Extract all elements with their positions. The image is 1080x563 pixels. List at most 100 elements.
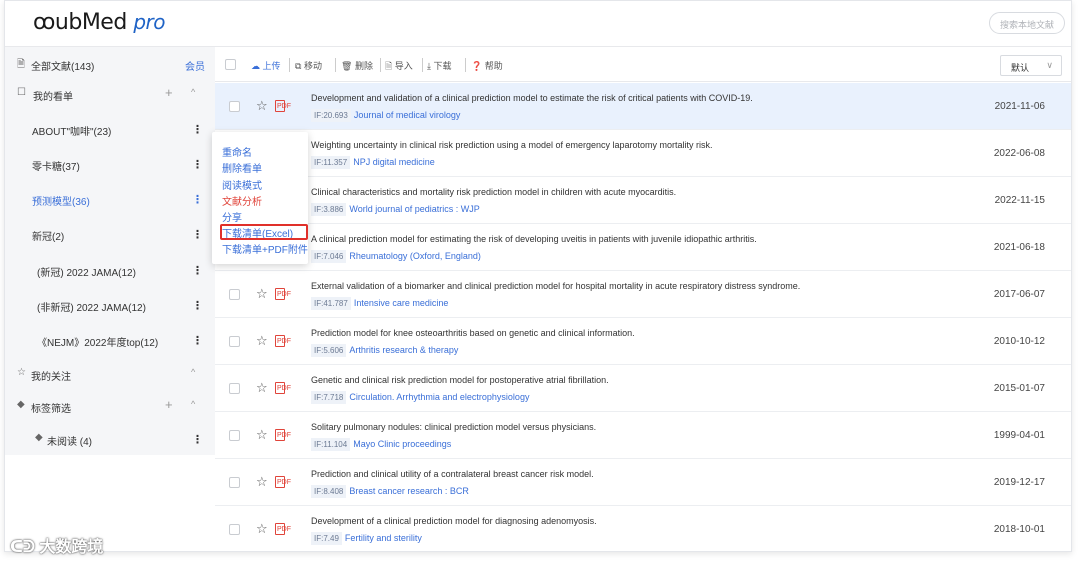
table-row[interactable]: ☆PDFWeighting uncertainty in clinical ri…	[215, 130, 1071, 177]
row-checkbox[interactable]	[229, 383, 240, 394]
article-title[interactable]: Weighting uncertainty in clinical risk p…	[311, 140, 971, 150]
table-row[interactable]: ☆ PDF Genetic and clinical risk prediction…	[215, 365, 1071, 412]
sidebar-item-board[interactable]: 《NEJM》2022年度top(12) ⋮	[5, 323, 215, 357]
more-icon[interactable]: ⋮	[192, 193, 203, 206]
more-icon[interactable]: ⋮	[192, 228, 203, 241]
article-title[interactable]: Solitary pulmonary nodules: clinical pre…	[311, 422, 971, 432]
pdf-icon[interactable]: PDF	[275, 476, 291, 488]
article-title[interactable]: Prediction and clinical utility of a con…	[311, 469, 971, 479]
journal-link[interactable]: NPJ digital medicine	[353, 157, 435, 167]
more-icon[interactable]: ⋮	[192, 158, 203, 171]
sidebar-section-tag-filter[interactable]: ◆ 标签筛选 + ^	[5, 389, 215, 423]
chevron-up-icon[interactable]: ^	[191, 367, 195, 377]
star-icon: ☆	[17, 367, 26, 378]
article-meta: IF:11.357 NPJ digital medicine	[311, 156, 435, 169]
star-icon[interactable]: ☆	[256, 427, 268, 443]
menu-item-rename[interactable]: 重命名	[222, 144, 252, 159]
sidebar-item-board[interactable]: 新冠(2) ⋮	[5, 217, 215, 251]
row-checkbox[interactable]	[229, 289, 240, 300]
table-row[interactable]: ☆ PDF Prediction and clinical utility of a…	[215, 459, 1071, 506]
menu-item-download-pdf[interactable]: 下载清单+PDF附件	[222, 241, 308, 256]
table-row[interactable]: ☆PDFClinical characteristics and mortali…	[215, 177, 1071, 224]
menu-item-reading-mode[interactable]: 阅读模式	[222, 177, 262, 192]
article-title[interactable]: Development and validation of a clinical…	[311, 93, 971, 103]
row-checkbox[interactable]	[229, 524, 240, 535]
table-row[interactable]: ☆ PDF Prediction model for knee osteoarthr…	[215, 318, 1071, 365]
menu-item-share[interactable]: 分享	[222, 209, 242, 224]
article-title[interactable]: A clinical prediction model for estimati…	[311, 234, 971, 244]
article-title[interactable]: Clinical characteristics and mortality r…	[311, 187, 971, 197]
journal-link[interactable]: Circulation. Arrhythmia and electrophysi…	[349, 392, 529, 402]
menu-item-delete-board[interactable]: 删除看单	[222, 160, 262, 175]
article-title[interactable]: External validation of a biomarker and c…	[311, 281, 971, 291]
pdf-icon[interactable]: PDF	[275, 288, 291, 300]
star-icon[interactable]: ☆	[256, 333, 268, 349]
pdf-icon[interactable]: PDF	[275, 100, 291, 112]
chevron-up-icon[interactable]: ^	[191, 399, 195, 409]
article-title[interactable]: Development of a clinical prediction mod…	[311, 516, 971, 526]
add-board-icon[interactable]: +	[165, 85, 173, 100]
sidebar-item-board[interactable]: 零卡糖(37) ⋮	[5, 147, 215, 181]
journal-link[interactable]: Mayo Clinic proceedings	[353, 439, 451, 449]
menu-item-analysis[interactable]: 文献分析	[222, 193, 262, 208]
select-all-checkbox[interactable]	[225, 59, 236, 70]
pdf-icon[interactable]: PDF	[275, 335, 291, 347]
sidebar-item-board[interactable]: (新冠) 2022 JAMA(12) ⋮	[5, 253, 215, 287]
row-checkbox[interactable]	[229, 101, 240, 112]
journal-link[interactable]: Fertility and sterility	[345, 533, 422, 543]
more-icon[interactable]: ⋮	[192, 264, 203, 277]
sidebar-item-tag-unread[interactable]: ◆ 未阅读 (4) ⋮	[5, 422, 215, 456]
star-icon[interactable]: ☆	[256, 380, 268, 396]
journal-link[interactable]: World journal of pediatrics : WJP	[349, 204, 479, 214]
table-row[interactable]: ☆ PDF External validation of a biomarker a…	[215, 271, 1071, 318]
journal-link[interactable]: Arthritis research & therapy	[349, 345, 458, 355]
tag-icon: ◆	[17, 399, 25, 410]
star-icon[interactable]: ☆	[256, 286, 268, 302]
add-tag-icon[interactable]: +	[165, 397, 173, 412]
row-checkbox[interactable]	[229, 477, 240, 488]
journal-link[interactable]: Rheumatology (Oxford, England)	[349, 251, 481, 261]
table-row[interactable]: ☆ PDF Development of a clinical prediction…	[215, 506, 1071, 551]
star-icon[interactable]: ☆	[256, 474, 268, 490]
sidebar-item-all-docs[interactable]: 🗎 全部文献(143) 会员	[5, 47, 215, 81]
logo[interactable]: ꝏubMed pro	[33, 10, 165, 35]
sidebar-section-my-follow[interactable]: ☆ 我的关注 ^	[5, 357, 215, 391]
table-row[interactable]: ☆ PDF Solitary pulmonary nodules: clinical…	[215, 412, 1071, 459]
table-row[interactable]: ☆ PDF Development and validation of a clin…	[215, 83, 1071, 130]
download-button[interactable]: ⤓ 下载	[427, 59, 452, 72]
sidebar-section-my-boards[interactable]: ☐ 我的看单 + ^	[5, 77, 215, 111]
search-input[interactable]: 搜索本地文献	[989, 12, 1065, 34]
star-icon[interactable]: ☆	[256, 521, 268, 537]
star-icon[interactable]: ☆	[256, 98, 268, 114]
trash-icon: 🗑	[341, 61, 353, 71]
more-icon[interactable]: ⋮	[192, 299, 203, 312]
pdf-icon[interactable]: PDF	[275, 429, 291, 441]
more-icon[interactable]: ⋮	[192, 123, 203, 136]
help-button[interactable]: ❓ 帮助	[471, 59, 503, 72]
more-icon[interactable]: ⋮	[192, 334, 203, 347]
journal-link[interactable]: Journal of medical virology	[354, 110, 461, 120]
move-button[interactable]: ⧉ 移动	[295, 59, 322, 72]
delete-button[interactable]: 🗑 删除	[341, 59, 373, 72]
member-link[interactable]: 会员	[185, 58, 205, 73]
import-button[interactable]: 🗎 导入	[385, 59, 413, 75]
upload-button[interactable]: ☁ 上传	[251, 59, 281, 72]
row-checkbox[interactable]	[229, 430, 240, 441]
pdf-icon[interactable]: PDF	[275, 382, 291, 394]
more-icon[interactable]: ⋮	[192, 433, 203, 446]
sidebar-item-board[interactable]: 预测模型(36) ⋮	[5, 182, 215, 216]
journal-link[interactable]: Intensive care medicine	[354, 298, 449, 308]
article-title[interactable]: Genetic and clinical risk prediction mod…	[311, 375, 971, 385]
sidebar-item-board[interactable]: ABOUT"咖啡"(23) ⋮	[5, 112, 215, 146]
chevron-up-icon[interactable]: ^	[191, 87, 195, 97]
impact-factor-badge: IF:7.718	[311, 391, 347, 404]
divider	[335, 58, 336, 72]
article-title[interactable]: Prediction model for knee osteoarthritis…	[311, 328, 971, 338]
sidebar-item-board[interactable]: (非新冠) 2022 JAMA(12) ⋮	[5, 288, 215, 322]
row-checkbox[interactable]	[229, 336, 240, 347]
table-row[interactable]: ☆PDFA clinical prediction model for esti…	[215, 224, 1071, 271]
impact-factor-badge: IF:11.357	[311, 156, 351, 169]
pdf-icon[interactable]: PDF	[275, 523, 291, 535]
journal-link[interactable]: Breast cancer research : BCR	[349, 486, 469, 496]
sort-select[interactable]: 默认 ∨	[1000, 55, 1062, 76]
